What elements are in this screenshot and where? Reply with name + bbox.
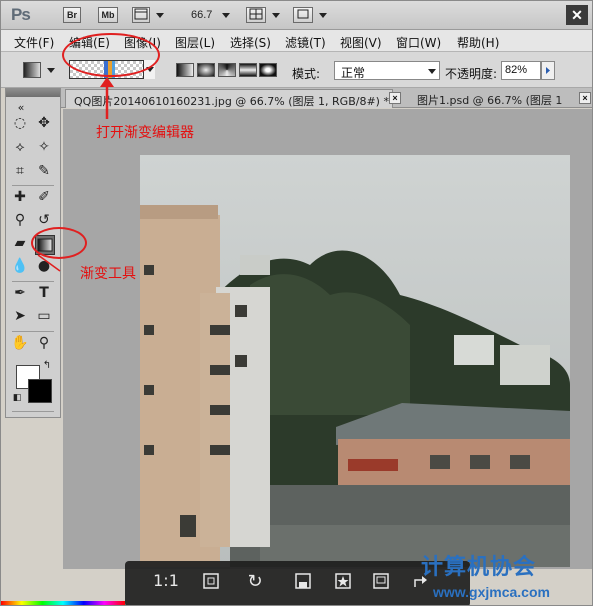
tab-picture1-psd[interactable]: 图片1.psd @ 66.7% (图层 1: [409, 89, 579, 108]
photoshop-logo: Ps: [11, 5, 31, 24]
extras-dropdown-icon[interactable]: [156, 13, 164, 18]
mode-value: 正常: [341, 66, 366, 80]
watermark-url: www.gxjmca.com: [433, 584, 550, 600]
angle-gradient-button[interactable]: [218, 63, 236, 77]
zoom-dropdown-icon[interactable]: [222, 13, 230, 18]
annotation-pointer-line: [37, 254, 61, 272]
lasso-tool-icon[interactable]: ⟡: [10, 139, 30, 159]
brush-tool-icon[interactable]: ✐: [34, 189, 54, 209]
gallery-icon[interactable]: [369, 571, 393, 595]
menu-file[interactable]: 文件(F): [14, 34, 54, 51]
close-button[interactable]: ✕: [566, 5, 588, 25]
rotate-icon[interactable]: ↻: [243, 571, 267, 595]
tools-panel-grip[interactable]: [6, 89, 60, 97]
tool-preset-picker[interactable]: [23, 62, 41, 78]
watermark-title: 计算机协会: [421, 555, 537, 580]
arrange-documents-icon[interactable]: [246, 7, 266, 23]
healing-brush-tool-icon[interactable]: ✚: [10, 189, 30, 209]
move-tool-icon[interactable]: ✥: [34, 115, 54, 135]
screen-mode-dropdown-icon[interactable]: [319, 13, 327, 18]
bridge-button[interactable]: Br: [63, 7, 81, 23]
favorite-icon[interactable]: [331, 571, 355, 595]
tool-separator: [12, 411, 54, 412]
mode-select[interactable]: 正常: [334, 61, 440, 80]
document-tabs: QQ图片20140610160231.jpg @ 66.7% (图层 1, RG…: [59, 88, 592, 108]
zoom-level[interactable]: 66.7: [191, 9, 212, 21]
marquee-tool-icon[interactable]: ◌: [10, 115, 30, 135]
close-icon[interactable]: ×: [579, 92, 591, 104]
eraser-tool-icon[interactable]: ▰: [10, 235, 30, 255]
fit-window-icon[interactable]: [199, 571, 223, 595]
linear-gradient-button[interactable]: [176, 63, 194, 77]
arrange-dropdown-icon[interactable]: [272, 13, 280, 18]
path-selection-tool-icon[interactable]: ➤: [10, 308, 30, 328]
swap-colors-icon[interactable]: ↰: [40, 359, 54, 373]
blur-tool-icon[interactable]: 💧: [10, 258, 30, 278]
mode-label: 模式:: [292, 67, 321, 81]
chevron-down-icon: [428, 69, 436, 74]
annotation-arrow-icon: [100, 77, 114, 119]
crop-tool-icon[interactable]: ⌗: [10, 163, 30, 183]
zoom-tool-icon[interactable]: ⚲: [34, 335, 54, 355]
shape-tool-icon[interactable]: ▭: [34, 308, 54, 328]
tool-separator: [12, 331, 54, 332]
tool-separator: [12, 281, 54, 282]
menu-select[interactable]: 选择(S): [230, 34, 271, 51]
menu-window[interactable]: 窗口(W): [396, 34, 441, 51]
extras-icon[interactable]: [132, 7, 150, 23]
save-icon[interactable]: [291, 571, 315, 595]
opacity-slider-button[interactable]: [541, 61, 555, 80]
diamond-gradient-button[interactable]: [259, 63, 277, 77]
opacity-label: 不透明度:: [445, 67, 498, 81]
screen-mode-icon[interactable]: [293, 7, 313, 23]
application-bar: Ps Br Mb 66.7 ✕: [1, 1, 592, 30]
reflected-gradient-button[interactable]: [239, 63, 257, 77]
clone-stamp-tool-icon[interactable]: ⚲: [10, 212, 30, 232]
opacity-input[interactable]: 82%: [501, 61, 541, 80]
actual-size-button[interactable]: 1:1: [151, 571, 181, 595]
annotation-gradient-tool: 渐变工具: [80, 266, 136, 282]
tool-preset-dropdown-icon[interactable]: [47, 68, 55, 73]
menu-help[interactable]: 帮助(H): [457, 34, 499, 51]
default-colors-icon[interactable]: ◧: [10, 391, 24, 405]
eyedropper-tool-icon[interactable]: ✎: [34, 163, 54, 183]
document-canvas[interactable]: [140, 155, 570, 567]
magic-wand-tool-icon[interactable]: ✧: [34, 139, 54, 159]
photoshop-window: Ps Br Mb 66.7 ✕ 文件(F) 编辑(E) 图像(I) 图层(L) …: [0, 0, 593, 606]
menu-layer[interactable]: 图层(L): [175, 34, 215, 51]
annotation-open-editor: 打开渐变编辑器: [96, 125, 194, 141]
radial-gradient-button[interactable]: [197, 63, 215, 77]
menu-filter[interactable]: 滤镜(T): [285, 34, 326, 51]
image-viewer-toolbar: 1:1 ↻: [125, 561, 470, 605]
color-spectrum-bar[interactable]: [1, 601, 125, 605]
annotation-circle-gradient-editor: [62, 33, 160, 77]
tool-separator: [12, 185, 54, 186]
background-color-swatch[interactable]: [28, 379, 52, 403]
type-tool-icon[interactable]: T: [34, 285, 54, 305]
close-icon[interactable]: ×: [389, 92, 401, 104]
hand-tool-icon[interactable]: ✋: [10, 335, 30, 355]
pen-tool-icon[interactable]: ✒: [10, 285, 30, 305]
menu-view[interactable]: 视图(V): [340, 34, 382, 51]
mini-bridge-button[interactable]: Mb: [98, 7, 118, 23]
